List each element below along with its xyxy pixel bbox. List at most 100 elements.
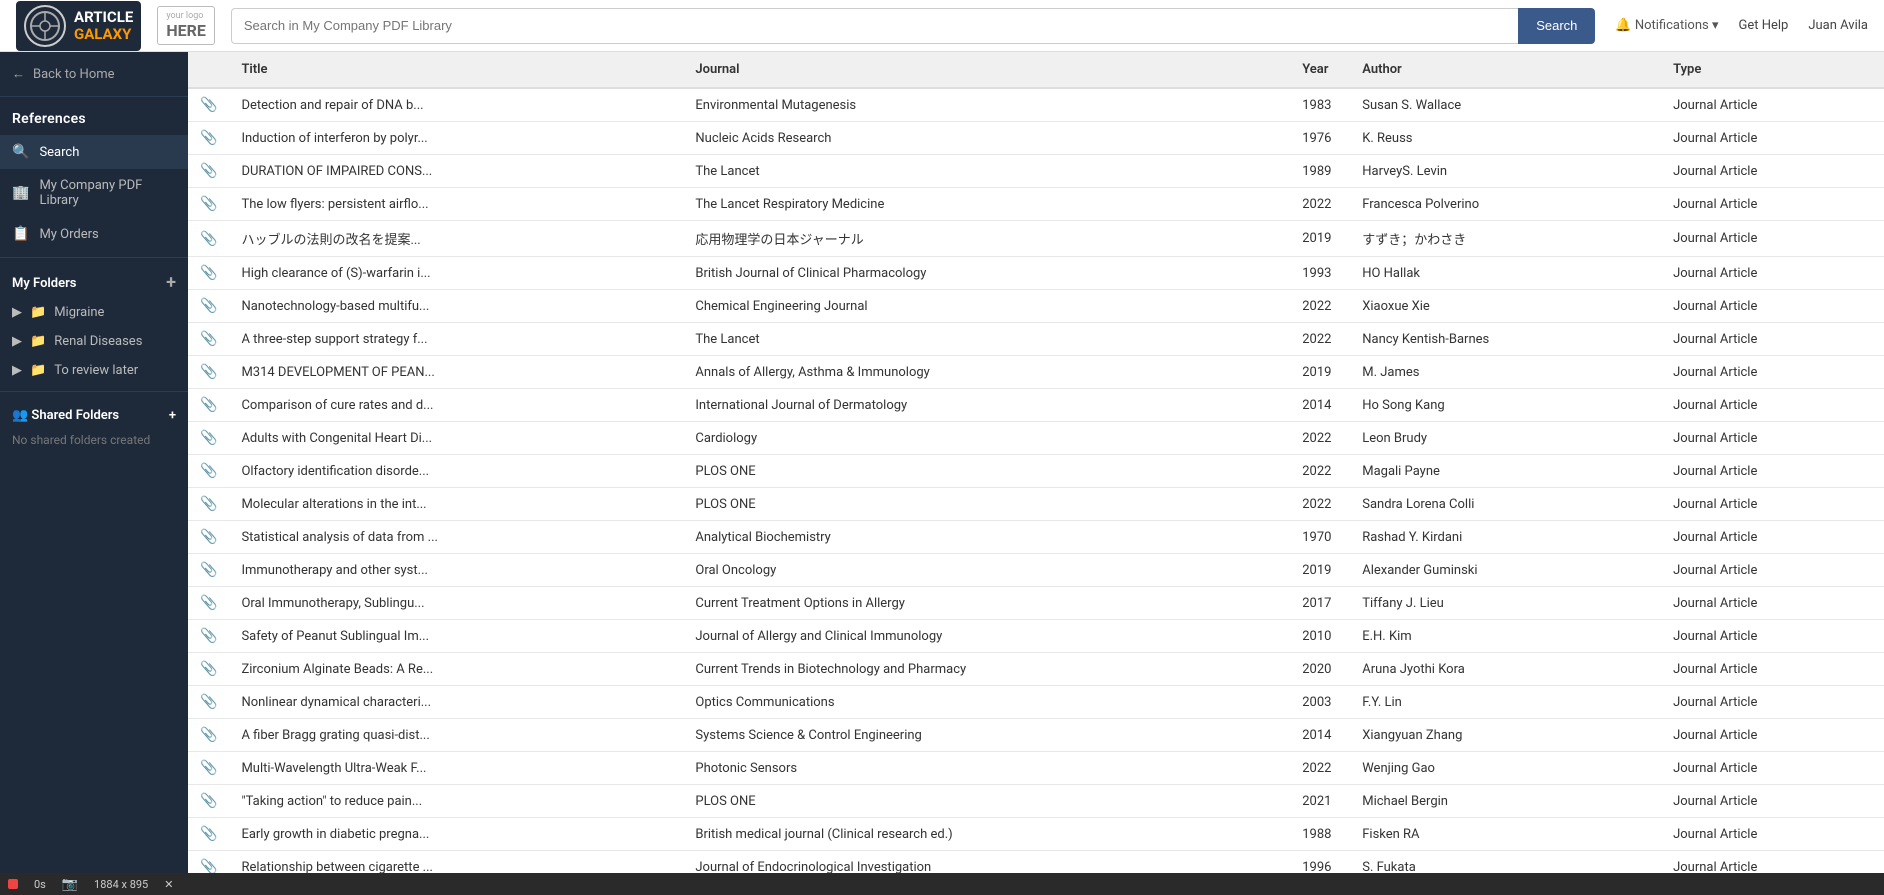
add-shared-folder-button[interactable]: + (169, 408, 176, 423)
col-year[interactable]: Year (1290, 52, 1350, 88)
title-cell[interactable]: Olfactory identification disorde... (229, 455, 683, 488)
sidebar-folder-review[interactable]: ▶ 📁 To review later (0, 356, 188, 385)
user-menu[interactable]: Juan Avila (1808, 18, 1868, 33)
search-button[interactable]: Search (1518, 8, 1595, 44)
title-cell[interactable]: Comparison of cure rates and d... (229, 389, 683, 422)
sidebar-item-my-orders[interactable]: 📋 My Orders (0, 217, 188, 251)
col-author[interactable]: Author (1350, 52, 1661, 88)
author-cell: Fisken RA (1350, 818, 1661, 851)
year-cell: 2021 (1290, 785, 1350, 818)
attachment-icon[interactable]: 📎 (200, 628, 217, 644)
attachment-icon[interactable]: 📎 (200, 859, 217, 873)
orders-icon: 📋 (12, 226, 29, 242)
title-cell[interactable]: Statistical analysis of data from ... (229, 521, 683, 554)
sidebar-folder-renal[interactable]: ▶ 📁 Renal Diseases (0, 327, 188, 356)
col-journal[interactable]: Journal (683, 52, 1290, 88)
attachment-icon[interactable]: 📎 (200, 397, 217, 413)
col-title[interactable]: Title (229, 52, 683, 88)
journal-cell: International Journal of Dermatology (683, 389, 1290, 422)
table-row: 📎 Molecular alterations in the int... PL… (188, 488, 1884, 521)
add-folder-button[interactable]: + (166, 274, 176, 292)
attachment-icon[interactable]: 📎 (200, 463, 217, 479)
title-cell[interactable]: Nonlinear dynamical characteri... (229, 686, 683, 719)
attachment-icon[interactable]: 📎 (200, 231, 217, 247)
attachment-icon[interactable]: 📎 (200, 196, 217, 212)
title-cell[interactable]: Nanotechnology-based multifu... (229, 290, 683, 323)
search-input[interactable] (231, 8, 1518, 44)
attachment-icon[interactable]: 📎 (200, 331, 217, 347)
company-logo-label: your logo (166, 11, 206, 21)
title-cell[interactable]: Immunotherapy and other syst... (229, 554, 683, 587)
table-row: 📎 Relationship between cigarette ... Jou… (188, 851, 1884, 874)
close-icon[interactable]: ✕ (164, 878, 173, 891)
table-row: 📎 Olfactory identification disorde... PL… (188, 455, 1884, 488)
author-cell: F.Y. Lin (1350, 686, 1661, 719)
title-cell[interactable]: Zirconium Alginate Beads: A Re... (229, 653, 683, 686)
type-cell: Journal Article (1661, 356, 1884, 389)
table-row: 📎 M314 DEVELOPMENT OF PEAN... Annals of … (188, 356, 1884, 389)
attachment-icon[interactable]: 📎 (200, 430, 217, 446)
year-cell: 2003 (1290, 686, 1350, 719)
table-row: 📎 Oral Immunotherapy, Sublingu... Curren… (188, 587, 1884, 620)
back-to-home-button[interactable]: ← Back to Home (0, 52, 188, 97)
journal-cell: The Lancet (683, 323, 1290, 356)
title-cell[interactable]: Relationship between cigarette ... (229, 851, 683, 874)
attachment-icon[interactable]: 📎 (200, 595, 217, 611)
type-cell: Journal Article (1661, 122, 1884, 155)
author-cell: Xiangyuan Zhang (1350, 719, 1661, 752)
type-cell: Journal Article (1661, 422, 1884, 455)
table-row: 📎 Detection and repair of DNA b... Envir… (188, 88, 1884, 122)
title-cell[interactable]: Multi-Wavelength Ultra-Weak F... (229, 752, 683, 785)
attachment-icon[interactable]: 📎 (200, 661, 217, 677)
attachment-icon[interactable]: 📎 (200, 826, 217, 842)
title-cell[interactable]: Oral Immunotherapy, Sublingu... (229, 587, 683, 620)
title-cell[interactable]: High clearance of (S)-warfarin i... (229, 257, 683, 290)
title-cell[interactable]: A three-step support strategy f... (229, 323, 683, 356)
brand-galaxy: GALAXY (74, 26, 133, 43)
type-cell: Journal Article (1661, 653, 1884, 686)
sidebar-item-search[interactable]: 🔍 Search (0, 135, 188, 169)
col-type[interactable]: Type (1661, 52, 1884, 88)
title-cell[interactable]: Safety of Peanut Sublingual Im... (229, 620, 683, 653)
title-cell[interactable]: ハッブルの法則の改名を提案... (229, 221, 683, 257)
attachment-icon[interactable]: 📎 (200, 364, 217, 380)
references-heading: References (0, 97, 188, 135)
title-cell[interactable]: Detection and repair of DNA b... (229, 88, 683, 122)
title-cell[interactable]: Induction of interferon by polyr... (229, 122, 683, 155)
table-row: 📎 "Taking action" to reduce pain... PLOS… (188, 785, 1884, 818)
sidebar-item-pdf-library[interactable]: 🏢 My Company PDF Library (0, 169, 188, 217)
title-cell[interactable]: Molecular alterations in the int... (229, 488, 683, 521)
attach-cell: 📎 (188, 323, 229, 356)
type-cell: Journal Article (1661, 686, 1884, 719)
sidebar-folder-migraine[interactable]: ▶ 📁 Migraine (0, 298, 188, 327)
notifications-button[interactable]: 🔔 Notifications ▾ (1615, 18, 1718, 33)
year-cell: 2017 (1290, 587, 1350, 620)
attachment-icon[interactable]: 📎 (200, 130, 217, 146)
title-cell[interactable]: "Taking action" to reduce pain... (229, 785, 683, 818)
chevron-right-icon: ▶ (12, 305, 22, 320)
attachment-icon[interactable]: 📎 (200, 496, 217, 512)
attachment-icon[interactable]: 📎 (200, 760, 217, 776)
table-body: 📎 Detection and repair of DNA b... Envir… (188, 88, 1884, 873)
year-cell: 1976 (1290, 122, 1350, 155)
sidebar: ← Back to Home References 🔍 Search 🏢 My … (0, 52, 188, 873)
statusbar: 0s 📷 1884 x 895 ✕ (0, 873, 1884, 895)
attachment-icon[interactable]: 📎 (200, 97, 217, 113)
attachment-icon[interactable]: 📎 (200, 265, 217, 281)
attachment-icon[interactable]: 📎 (200, 694, 217, 710)
title-cell[interactable]: Adults with Congenital Heart Di... (229, 422, 683, 455)
sidebar-my-orders-label: My Orders (39, 227, 98, 242)
attachment-icon[interactable]: 📎 (200, 298, 217, 314)
title-cell[interactable]: A fiber Bragg grating quasi-dist... (229, 719, 683, 752)
type-cell: Journal Article (1661, 554, 1884, 587)
attachment-icon[interactable]: 📎 (200, 529, 217, 545)
attachment-icon[interactable]: 📎 (200, 793, 217, 809)
title-cell[interactable]: M314 DEVELOPMENT OF PEAN... (229, 356, 683, 389)
attachment-icon[interactable]: 📎 (200, 727, 217, 743)
attachment-icon[interactable]: 📎 (200, 562, 217, 578)
title-cell[interactable]: DURATION OF IMPAIRED CONS... (229, 155, 683, 188)
attachment-icon[interactable]: 📎 (200, 163, 217, 179)
get-help-link[interactable]: Get Help (1738, 18, 1788, 33)
title-cell[interactable]: The low flyers: persistent airflo... (229, 188, 683, 221)
title-cell[interactable]: Early growth in diabetic pregna... (229, 818, 683, 851)
